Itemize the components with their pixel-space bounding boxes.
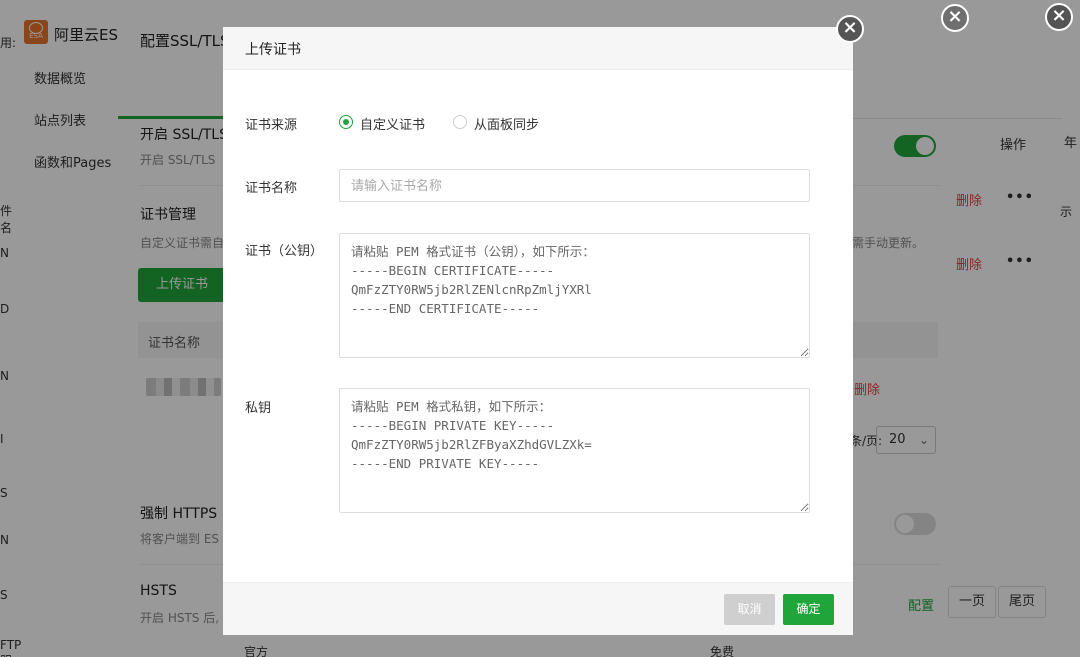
close-icon[interactable]: × <box>1045 3 1073 31</box>
radio-panel-sync-label: 从面板同步 <box>474 118 540 133</box>
cancel-button[interactable]: 取消 <box>724 594 775 625</box>
close-icon[interactable]: × <box>836 15 864 43</box>
modal-title: 上传证书 <box>245 42 301 58</box>
private-key-label: 私钥 <box>245 401 272 416</box>
confirm-button[interactable]: 确定 <box>783 594 834 625</box>
cert-name-input[interactable] <box>339 169 810 202</box>
radio-unselected-icon <box>453 115 467 129</box>
source-label: 证书来源 <box>245 118 298 133</box>
cert-public-key-textarea[interactable] <box>339 233 810 358</box>
upload-cert-modal: 上传证书 证书来源 自定义证书 从面板同步 证书名称 证书（公钥） 私钥 取消 … <box>223 27 853 635</box>
cert-name-label: 证书名称 <box>245 181 298 196</box>
modal-footer: 取消 确定 <box>223 582 853 635</box>
cert-public-key-label: 证书（公钥） <box>245 244 324 259</box>
close-icon[interactable]: × <box>941 4 969 32</box>
modal-header: 上传证书 <box>223 27 853 70</box>
radio-selected-icon <box>339 115 353 129</box>
private-key-textarea[interactable] <box>339 388 810 513</box>
radio-custom-cert-label: 自定义证书 <box>360 118 426 133</box>
